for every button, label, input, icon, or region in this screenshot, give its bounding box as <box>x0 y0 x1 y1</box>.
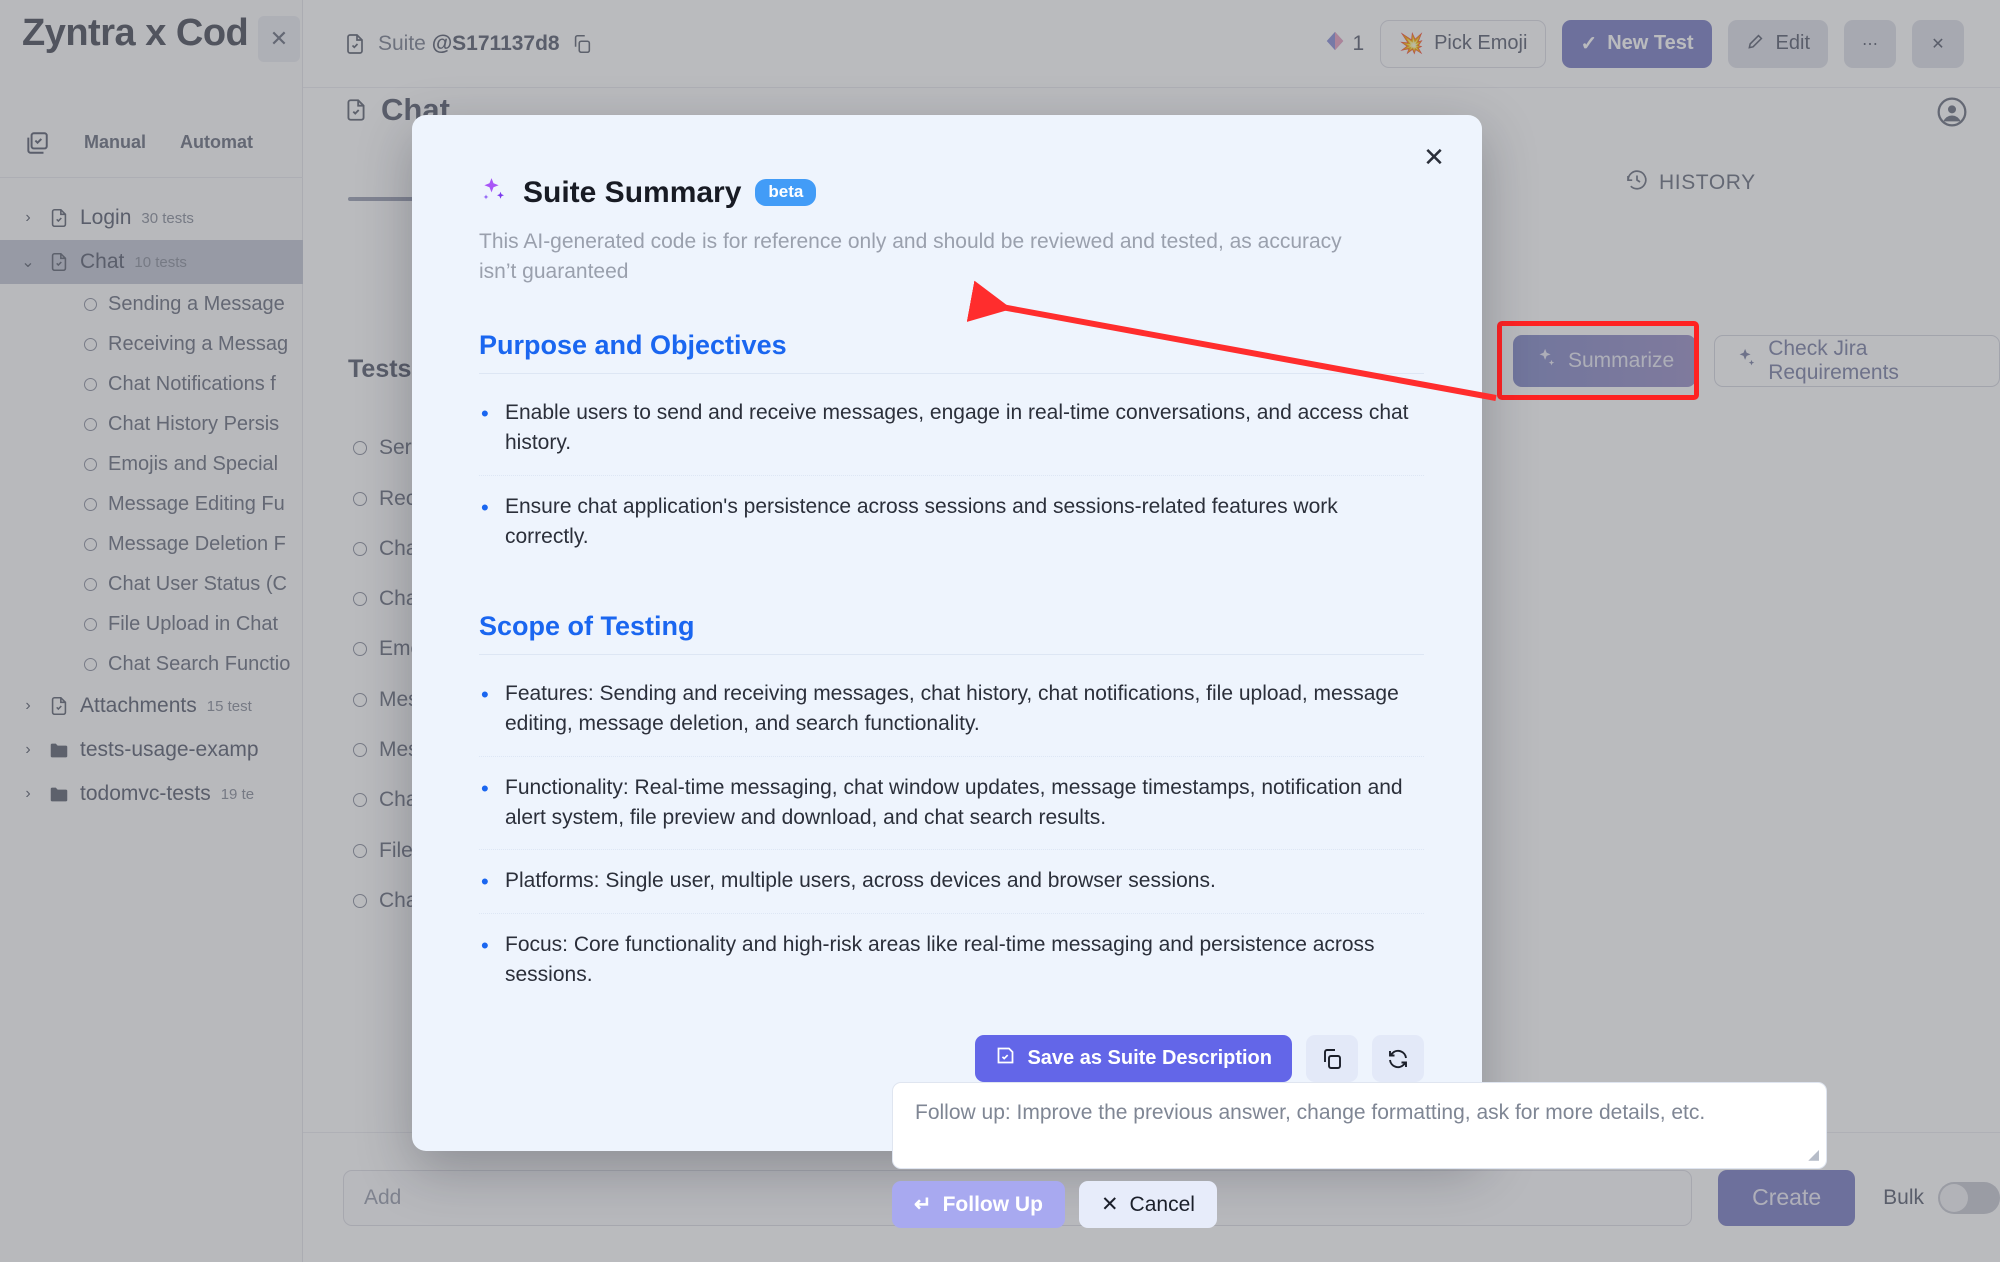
close-icon: ✕ <box>1100 1193 1119 1216</box>
resize-grip-icon[interactable]: ◢ <box>1808 1146 1819 1163</box>
bullet-item: Focus: Core functionality and high-risk … <box>479 914 1424 1007</box>
modal-footer: ↵ Follow Up ✕ Cancel <box>892 1181 1217 1228</box>
save-label: Save as Suite Description <box>1027 1047 1272 1069</box>
suite-summary-modal: ✕ Suite Summary beta This AI-generated c… <box>412 115 1827 1228</box>
modal-title: Suite Summary <box>523 175 742 209</box>
bullet-item: Features: Sending and receiving messages… <box>479 663 1424 757</box>
cancel-label: Cancel <box>1129 1192 1195 1216</box>
beta-badge: beta <box>755 179 817 206</box>
modal-title-row: Suite Summary beta <box>479 175 1424 210</box>
sparkles-icon <box>479 175 509 210</box>
section-heading-purpose: Purpose and Objectives <box>479 330 1424 374</box>
save-icon <box>995 1045 1016 1072</box>
bullet-item: Platforms: Single user, multiple users, … <box>479 850 1424 914</box>
modal-content: Suite Summary beta This AI-generated cod… <box>479 175 1424 1007</box>
save-as-suite-description-button[interactable]: Save as Suite Description <box>975 1035 1292 1082</box>
section-heading-scope: Scope of Testing <box>479 611 1424 655</box>
copy-icon[interactable] <box>1306 1035 1358 1082</box>
follow-up-textarea[interactable]: Follow up: Improve the previous answer, … <box>892 1082 1827 1169</box>
cancel-button[interactable]: ✕ Cancel <box>1078 1181 1217 1228</box>
enter-key-icon: ↵ <box>914 1193 932 1216</box>
bullet-item: Ensure chat application's persistence ac… <box>479 476 1424 569</box>
modal-subtitle: This AI-generated code is for reference … <box>479 230 1342 284</box>
refresh-icon[interactable] <box>1372 1035 1424 1082</box>
highlight-box-summarize <box>1497 321 1699 400</box>
bullet-item: Functionality: Real-time messaging, chat… <box>479 757 1424 851</box>
follow-up-button[interactable]: ↵ Follow Up <box>892 1181 1065 1228</box>
follow-up-label: Follow Up <box>942 1192 1043 1216</box>
section-bullets-purpose: Enable users to send and receive message… <box>479 382 1424 569</box>
modal-action-row: Save as Suite Description <box>479 1035 1424 1082</box>
close-icon[interactable]: ✕ <box>1414 137 1454 177</box>
section-bullets-scope: Features: Sending and receiving messages… <box>479 663 1424 1007</box>
bullet-item: Enable users to send and receive message… <box>479 382 1424 476</box>
